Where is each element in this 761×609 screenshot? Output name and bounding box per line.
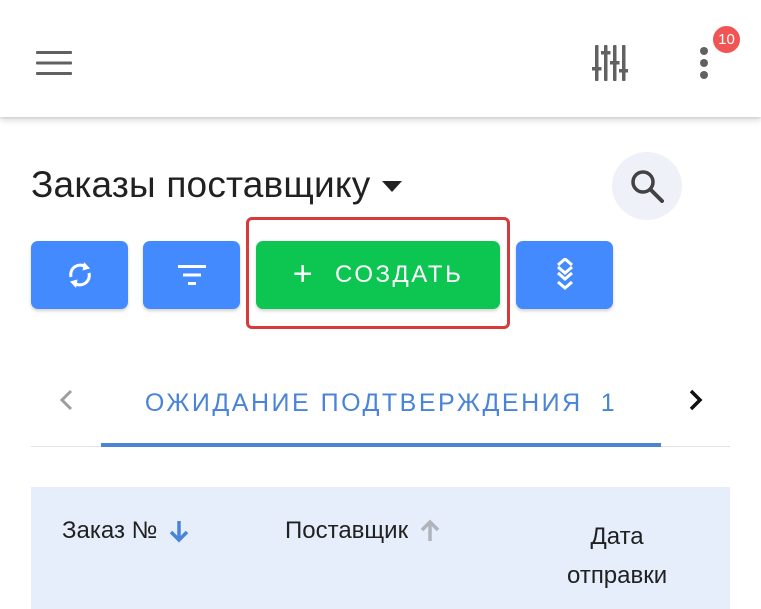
arrow-drop-down-icon <box>382 181 403 192</box>
app-bar: 10 <box>0 0 761 117</box>
tabs-next-button[interactable] <box>681 382 711 418</box>
create-button[interactable]: + СОЗДАТЬ <box>256 241 500 309</box>
notification-badge: 10 <box>711 24 742 55</box>
arrow-up-icon <box>420 519 440 543</box>
tune-button[interactable] <box>580 38 640 88</box>
sync-icon <box>68 262 91 288</box>
chevron-right-icon <box>689 389 703 411</box>
column-header-supplier[interactable]: Поставщик <box>285 517 440 545</box>
table-header: Заказ № Поставщик Дата отправки <box>31 487 730 609</box>
expand-all-button[interactable] <box>516 241 613 309</box>
expand-all-icon <box>556 258 573 290</box>
tab-awaiting-confirmation[interactable]: ОЖИДАНИЕ ПОДТВЕРЖДЕНИЯ 1 <box>101 360 661 446</box>
menu-button[interactable] <box>24 38 84 88</box>
column-header-order-number[interactable]: Заказ № <box>62 517 189 545</box>
column-label-line2: отправки <box>567 562 668 589</box>
filter-button[interactable] <box>143 241 240 309</box>
column-label: Заказ № <box>62 517 158 544</box>
tab-active-indicator <box>101 443 661 447</box>
page-title: Заказы поставщику <box>31 164 371 205</box>
tab-count: 1 <box>600 388 618 417</box>
status-tabs: ОЖИДАНИЕ ПОДТВЕРЖДЕНИЯ 1 <box>31 360 730 447</box>
page-title-selector[interactable]: Заказы поставщику <box>31 164 403 206</box>
chevron-left-icon <box>59 389 73 411</box>
column-header-ship-date[interactable]: Дата отправки <box>567 517 667 595</box>
column-label: Поставщик <box>285 517 409 544</box>
filter-list-icon <box>177 265 206 285</box>
arrow-down-icon <box>169 519 189 543</box>
tabs-prev-button[interactable] <box>51 382 81 418</box>
search-icon <box>631 170 664 203</box>
create-button-label: СОЗДАТЬ <box>335 261 464 288</box>
menu-icon <box>36 51 72 75</box>
search-button[interactable] <box>612 152 682 220</box>
more-vert-icon <box>700 47 708 79</box>
tune-icon <box>592 45 628 81</box>
column-label-line1: Дата <box>590 523 644 550</box>
add-icon: + <box>292 254 316 293</box>
refresh-button[interactable] <box>31 241 128 309</box>
tab-label: ОЖИДАНИЕ ПОДТВЕРЖДЕНИЯ <box>144 388 583 417</box>
